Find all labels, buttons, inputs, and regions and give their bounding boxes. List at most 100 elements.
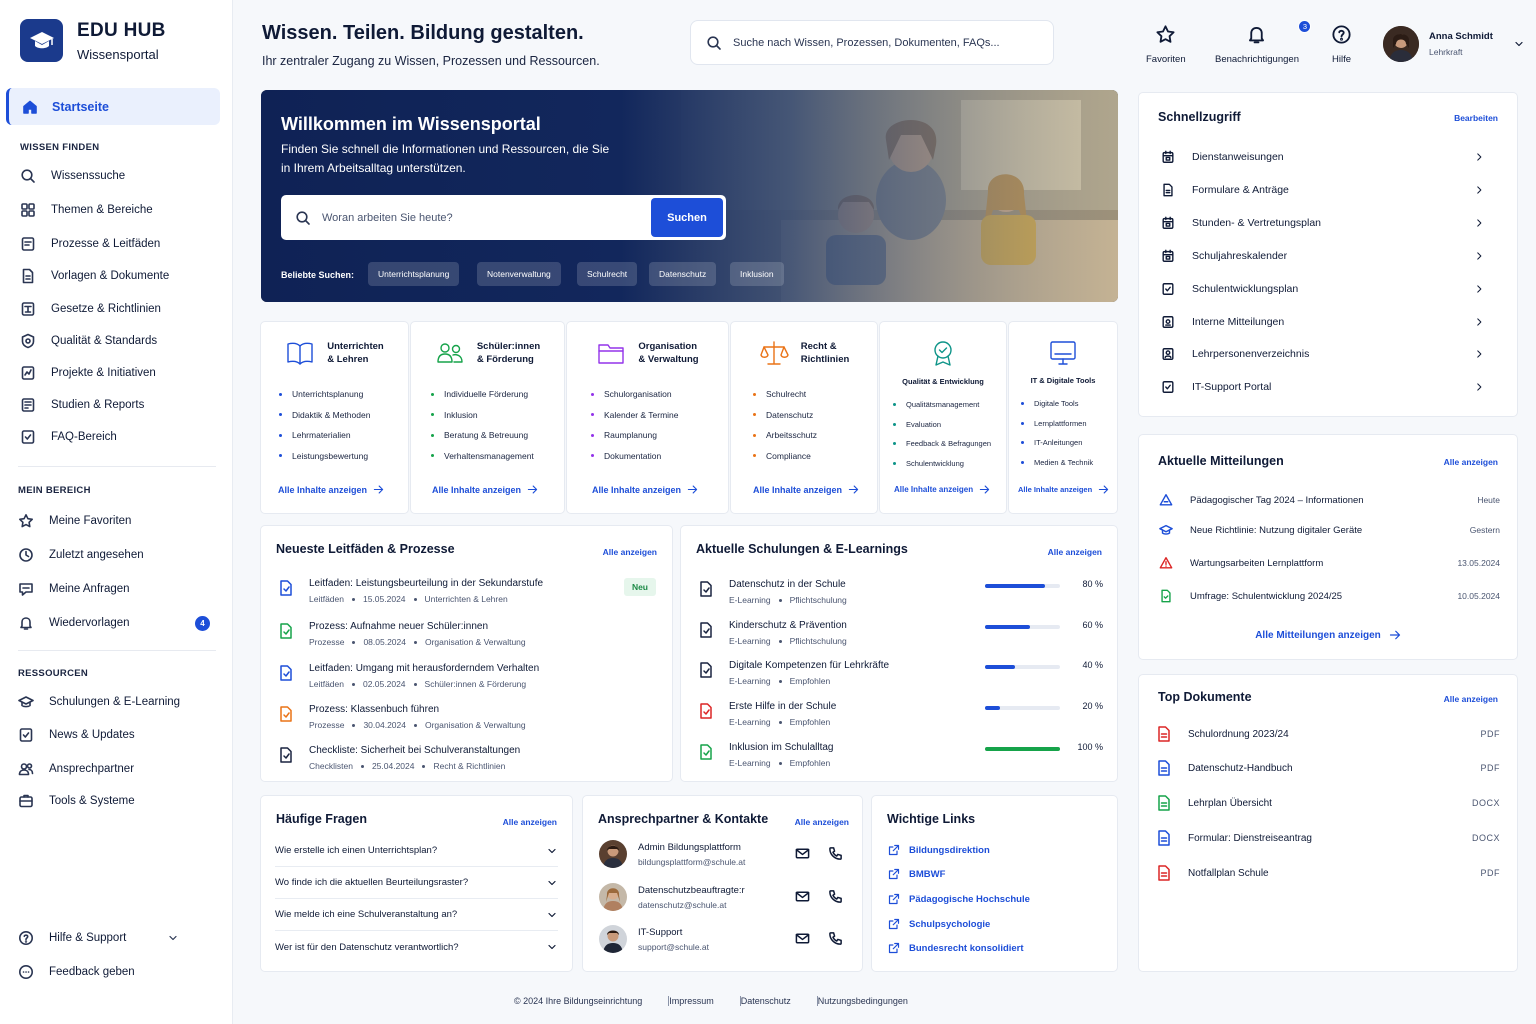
category-item[interactable]: Schulentwicklung bbox=[893, 454, 991, 474]
category-item[interactable]: Medien & Technik bbox=[1021, 453, 1093, 473]
popular-search-chip[interactable]: Schulrecht bbox=[577, 262, 638, 286]
category-item[interactable]: Leistungsbewertung bbox=[279, 446, 370, 467]
sidebar-item-startseite[interactable]: Startseite bbox=[6, 88, 220, 125]
external-link[interactable]: BMBWF bbox=[888, 868, 945, 880]
show-all-link[interactable]: Alle anzeigen bbox=[503, 817, 557, 827]
footer-link-datenschutz[interactable]: Datenschutz bbox=[741, 996, 791, 1006]
quick-access-item[interactable]: Schulentwicklungsplan bbox=[1161, 279, 1501, 299]
call-button[interactable] bbox=[828, 931, 843, 946]
show-all-link[interactable]: Alle anzeigen bbox=[795, 817, 849, 827]
sidebar-item-anfragen[interactable]: Meine Anfragen bbox=[18, 579, 218, 599]
message-row[interactable]: Wartungsarbeiten Lernplattform 13.05.2024 bbox=[1159, 556, 1500, 570]
guide-row[interactable]: Leitfaden: Leistungsbeurteilung in der S… bbox=[279, 578, 543, 604]
category-item[interactable]: Schulrecht bbox=[753, 384, 817, 405]
quick-access-item[interactable]: Stunden- & Vertretungsplan bbox=[1161, 213, 1501, 233]
document-row[interactable]: Datenschutz-Handbuch PDF bbox=[1157, 760, 1500, 776]
category-item[interactable]: Beratung & Betreuung bbox=[431, 425, 534, 446]
contact-row[interactable]: Datenschutzbeauftragte:r datenschutz@schu… bbox=[599, 883, 859, 911]
popular-search-chip[interactable]: Notenverwaltung bbox=[477, 262, 561, 286]
document-row[interactable]: Formular: Dienstreiseantrag DOCX bbox=[1157, 830, 1500, 846]
message-row[interactable]: Neue Richtlinie: Nutzung digitaler Gerät… bbox=[1159, 523, 1500, 537]
category-item[interactable]: Individuelle Förderung bbox=[431, 384, 534, 405]
sidebar-item-favoriten[interactable]: Meine Favoriten bbox=[18, 511, 218, 531]
footer-link-nutzungsbedingungen[interactable]: Nutzungsbedingungen bbox=[818, 996, 908, 1006]
show-all-link[interactable]: Alle Inhalte anzeigen bbox=[278, 484, 384, 495]
sidebar-item-gesetze[interactable]: Gesetze & Richtlinien bbox=[20, 299, 220, 319]
category-item[interactable]: IT-Anleitungen bbox=[1021, 433, 1093, 453]
show-all-link[interactable]: Alle Inhalte anzeigen bbox=[894, 484, 990, 495]
faq-item[interactable]: Wie melde ich eine Schulveranstaltung an… bbox=[275, 899, 558, 931]
category-item[interactable]: Arbeitsschutz bbox=[753, 425, 817, 446]
quick-access-item[interactable]: Formulare & Anträge bbox=[1161, 180, 1501, 200]
email-button[interactable] bbox=[795, 846, 810, 861]
call-button[interactable] bbox=[828, 889, 843, 904]
sidebar-item-projekte[interactable]: Projekte & Initiativen bbox=[20, 363, 220, 383]
sidebar-item-vorlagen[interactable]: Vorlagen & Dokumente bbox=[20, 266, 220, 286]
show-all-link[interactable]: Alle anzeigen bbox=[603, 547, 657, 557]
category-item[interactable]: Lernplattformen bbox=[1021, 414, 1093, 434]
guide-row[interactable]: Checkliste: Sicherheit bei Schulveransta… bbox=[279, 745, 520, 771]
category-card-unterrichten[interactable]: Unterrichten & Lehren Unterrichtsplanung … bbox=[260, 321, 409, 514]
training-row[interactable]: Erste Hilfe in der Schule E-Learning Empfo… bbox=[699, 701, 836, 727]
popular-search-chip[interactable]: Datenschutz bbox=[649, 262, 717, 286]
message-row[interactable]: Umfrage: Schulentwicklung 2024/25 10.05.2… bbox=[1159, 589, 1500, 603]
sidebar-item-qualitaet[interactable]: Qualität & Standards bbox=[20, 331, 220, 351]
popular-search-chip[interactable]: Unterrichtsplanung bbox=[368, 262, 460, 286]
hero-search-input[interactable]: Woran arbeiten Sie heute? Suchen bbox=[281, 195, 726, 240]
sidebar-item-feedback[interactable]: Feedback geben bbox=[18, 962, 218, 982]
sidebar-item-themen[interactable]: Themen & Bereiche bbox=[20, 200, 220, 220]
sidebar-item-prozesse[interactable]: Prozesse & Leitfäden bbox=[20, 234, 220, 254]
category-item[interactable]: Didaktik & Methoden bbox=[279, 405, 370, 426]
favorites-button[interactable]: Favoriten bbox=[1146, 24, 1186, 65]
guide-row[interactable]: Prozess: Klassenbuch führen Prozesse 30.04… bbox=[279, 704, 526, 730]
show-all-link[interactable]: Alle anzeigen bbox=[1444, 694, 1498, 704]
quick-access-item[interactable]: Schuljahreskalender bbox=[1161, 246, 1501, 266]
notifications-button[interactable]: 3 Benachrichtigungen bbox=[1215, 20, 1312, 65]
category-item[interactable]: Unterrichtsplanung bbox=[279, 384, 370, 405]
guide-row[interactable]: Prozess: Aufnahme neuer Schüler:innen Pro… bbox=[279, 621, 526, 647]
edit-link[interactable]: Bearbeiten bbox=[1454, 113, 1498, 123]
category-item[interactable]: Kalender & Termine bbox=[591, 405, 679, 426]
show-all-link[interactable]: Alle anzeigen bbox=[1444, 457, 1498, 467]
show-all-link[interactable]: Alle Inhalte anzeigen bbox=[592, 484, 698, 495]
sidebar-item-schulungen[interactable]: Schulungen & E-Learning bbox=[18, 692, 218, 712]
category-card-qualitaet[interactable]: Qualität & Entwicklung Qualitätsmanageme… bbox=[879, 321, 1007, 514]
external-link[interactable]: Pädagogische Hochschule bbox=[888, 893, 1030, 905]
quick-access-item[interactable]: IT-Support Portal bbox=[1161, 377, 1501, 397]
sidebar-item-tools[interactable]: Tools & Systeme bbox=[18, 791, 218, 811]
help-button[interactable]: Hilfe bbox=[1331, 24, 1352, 65]
category-item[interactable]: Evaluation bbox=[893, 415, 991, 435]
category-item[interactable]: Verhaltensmanagement bbox=[431, 446, 534, 467]
sidebar-item-studien[interactable]: Studien & Reports bbox=[20, 395, 220, 415]
user-profile-menu[interactable]: Anna Schmidt Lehrkraft bbox=[1383, 26, 1525, 62]
search-button[interactable]: Suchen bbox=[651, 198, 723, 237]
category-item[interactable]: Schulorganisation bbox=[591, 384, 679, 405]
popular-search-chip[interactable]: Inklusion bbox=[730, 262, 784, 286]
category-item[interactable]: Digitale Tools bbox=[1021, 394, 1093, 414]
training-row[interactable]: Kinderschutz & Prävention E-Learning Pflic… bbox=[699, 620, 847, 646]
external-link[interactable]: Schulpsychologie bbox=[888, 918, 990, 930]
training-row[interactable]: Digitale Kompetenzen für Lehrkräfte E-Lea… bbox=[699, 660, 889, 686]
sidebar-item-faq[interactable]: FAQ-Bereich bbox=[20, 427, 220, 447]
external-link[interactable]: Bundesrecht konsolidiert bbox=[888, 942, 1024, 954]
global-search-input[interactable]: Suche nach Wissen, Prozessen, Dokumenten… bbox=[690, 20, 1054, 65]
show-all-link[interactable]: Alle Inhalte anzeigen bbox=[753, 484, 859, 495]
faq-item[interactable]: Wo finde ich die aktuellen Beurteilungsr… bbox=[275, 867, 558, 899]
category-item[interactable]: Qualitätsmanagement bbox=[893, 395, 991, 415]
document-row[interactable]: Schulordnung 2023/24 PDF bbox=[1157, 726, 1500, 742]
all-messages-link[interactable]: Alle Mitteilungen anzeigen bbox=[1139, 629, 1517, 641]
sidebar-item-hilfe[interactable]: Hilfe & Support bbox=[18, 928, 194, 948]
contact-row[interactable]: Admin Bildungsplattform bildungsplattform… bbox=[599, 840, 859, 868]
message-row[interactable]: Pädagogischer Tag 2024 – Informationen He… bbox=[1159, 493, 1500, 507]
sidebar-item-news[interactable]: News & Updates bbox=[18, 725, 218, 745]
sidebar-item-wiedervorlagen[interactable]: Wiedervorlagen 4 bbox=[18, 613, 210, 633]
external-link[interactable]: Bildungsdirektion bbox=[888, 844, 990, 856]
category-item[interactable]: Datenschutz bbox=[753, 405, 817, 426]
call-button[interactable] bbox=[828, 846, 843, 861]
contact-row[interactable]: IT-Support support@schule.at bbox=[599, 925, 859, 953]
quick-access-item[interactable]: Dienstanweisungen bbox=[1161, 147, 1501, 167]
show-all-link[interactable]: Alle anzeigen bbox=[1048, 547, 1102, 557]
category-item[interactable]: Raumplanung bbox=[591, 425, 679, 446]
footer-link-impressum[interactable]: Impressum bbox=[669, 996, 714, 1006]
category-card-schueler[interactable]: Schüler:innen & Förderung Individuelle Fö… bbox=[410, 321, 565, 514]
